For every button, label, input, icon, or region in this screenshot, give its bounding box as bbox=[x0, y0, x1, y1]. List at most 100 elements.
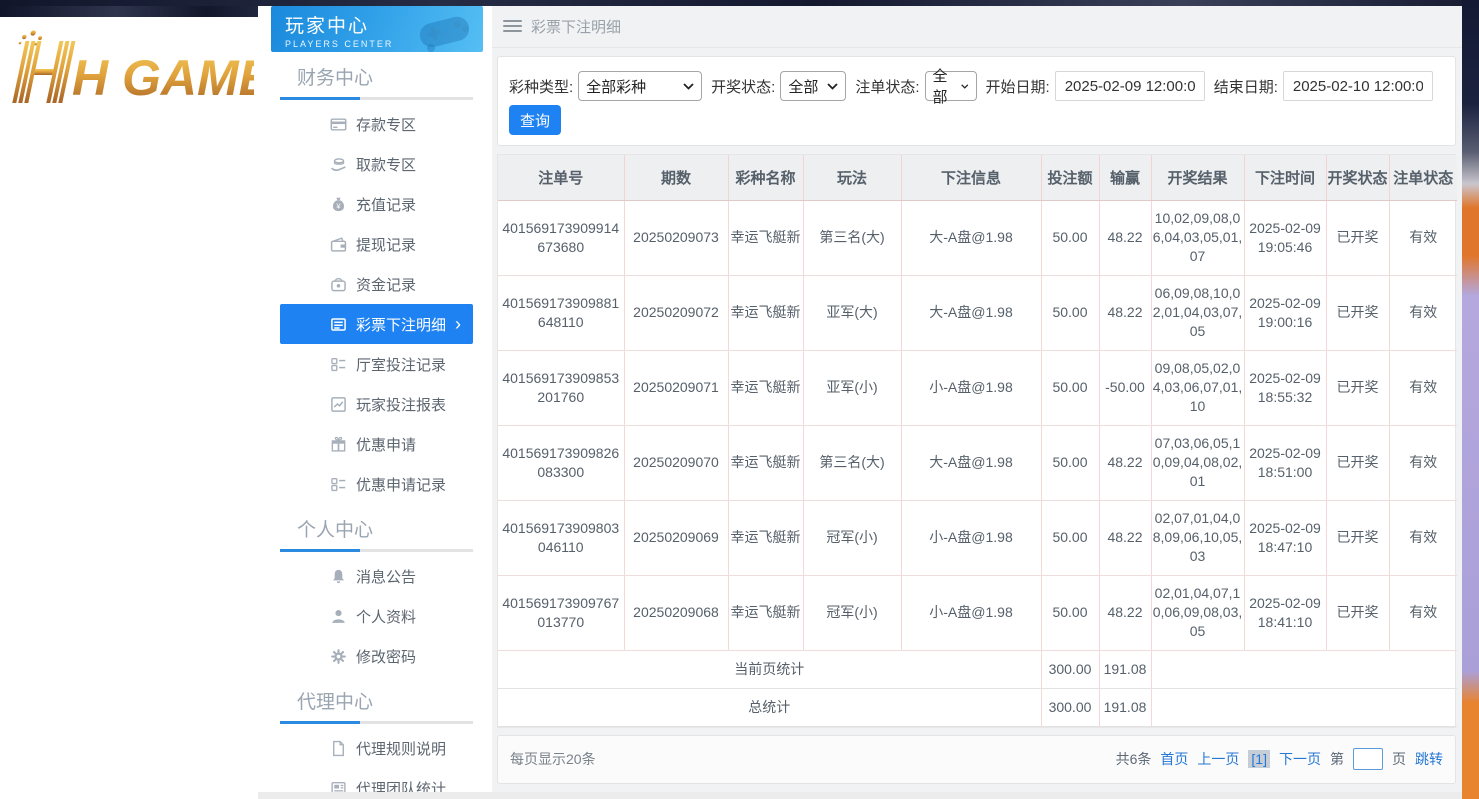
sidebar-item-promo-apply[interactable]: 优惠申请 bbox=[280, 424, 473, 464]
cell-order-no: 401569173909881648110 bbox=[498, 275, 624, 350]
sidebar-item-change-password[interactable]: 修改密码 bbox=[280, 636, 473, 676]
column-header-win-loss: 输赢 bbox=[1099, 155, 1151, 200]
lottery-type-label: 彩种类型: bbox=[509, 76, 573, 97]
cell-draw-status: 已开奖 bbox=[1326, 275, 1389, 350]
sidebar-item-profile[interactable]: 个人资料 bbox=[280, 596, 473, 636]
sidebar-item-label: 消息公告 bbox=[356, 566, 416, 587]
cell-win-loss: 48.22 bbox=[1099, 425, 1151, 500]
cell-order-no: 401569173909914673680 bbox=[498, 200, 624, 275]
chevron-right-icon: › bbox=[455, 315, 473, 333]
cell-bet-amount: 50.00 bbox=[1041, 575, 1099, 650]
cell-draw-status: 已开奖 bbox=[1326, 575, 1389, 650]
start-date-label: 开始日期: bbox=[986, 76, 1050, 97]
document-icon bbox=[330, 740, 347, 757]
pagination-bar: 每页显示20条 共6条 首页 上一页 [1] 下一页 第 页 跳转 bbox=[497, 735, 1456, 784]
topbar: 彩票下注明细 bbox=[492, 6, 1462, 48]
sidebar-item-label: 个人资料 bbox=[356, 606, 416, 627]
column-header-play: 玩法 bbox=[803, 155, 901, 200]
sidebar-item-agent-rules[interactable]: 代理规则说明 bbox=[280, 728, 473, 768]
sidebar-item-promo-apply-records[interactable]: 优惠申请记录 bbox=[280, 464, 473, 504]
sidebar-item-recharge-records[interactable]: ¥ 充值记录 bbox=[280, 184, 473, 224]
summary-label: 当前页统计 bbox=[498, 650, 1041, 688]
cell-order-no: 401569173909803046110 bbox=[498, 500, 624, 575]
cell-lottery-name: 幸运飞艇新 bbox=[728, 350, 803, 425]
sidebar-item-withdraw-records[interactable]: 提现记录 bbox=[280, 224, 473, 264]
next-page-link[interactable]: 下一页 bbox=[1279, 749, 1321, 769]
cell-draw-status: 已开奖 bbox=[1326, 350, 1389, 425]
lottery-type-value: 全部彩种 bbox=[586, 76, 646, 97]
column-header-draw-status: 开奖状态 bbox=[1326, 155, 1389, 200]
sidebar-item-label: 代理规则说明 bbox=[356, 738, 446, 759]
summary-empty bbox=[1151, 650, 1457, 688]
right-background-strip bbox=[1462, 0, 1479, 799]
page-jump-input[interactable] bbox=[1353, 748, 1383, 770]
summary-win-loss-total: 191.08 bbox=[1099, 688, 1151, 726]
draw-status-select[interactable]: 全部 bbox=[780, 71, 846, 101]
moneybag-icon: ¥ bbox=[330, 196, 347, 213]
menu-icon[interactable] bbox=[503, 20, 522, 34]
table-row: 40156917390980304611020250209069幸运飞艇新冠军(… bbox=[498, 500, 1457, 575]
sidebar-item-label: 修改密码 bbox=[356, 646, 416, 667]
summary-win-loss-total: 191.08 bbox=[1099, 650, 1151, 688]
cell-bet-info: 大-A盘@1.98 bbox=[901, 275, 1041, 350]
order-status-value: 全部 bbox=[933, 65, 953, 107]
hh-game-logo: H GAME bbox=[0, 17, 258, 114]
sidebar-item-announcements[interactable]: 消息公告 bbox=[280, 556, 473, 596]
cell-lottery-name: 幸运飞艇新 bbox=[728, 500, 803, 575]
bell-icon bbox=[330, 568, 347, 585]
order-status-select[interactable]: 全部 bbox=[925, 71, 977, 101]
cell-lottery-name: 幸运飞艇新 bbox=[728, 575, 803, 650]
lottery-type-select[interactable]: 全部彩种 bbox=[578, 71, 702, 101]
order-status-label: 注单状态: bbox=[855, 76, 919, 97]
sidebar-item-room-bet-records[interactable]: 厅室投注记录 bbox=[280, 344, 473, 384]
cell-draw-status: 已开奖 bbox=[1326, 200, 1389, 275]
cell-play: 第三名(大) bbox=[803, 200, 901, 275]
prev-page-link[interactable]: 上一页 bbox=[1197, 749, 1239, 769]
cell-play: 亚军(大) bbox=[803, 275, 901, 350]
cell-play: 第三名(大) bbox=[803, 425, 901, 500]
section-underline bbox=[280, 549, 473, 552]
current-page-badge: [1] bbox=[1248, 750, 1270, 768]
column-header-bet-amount: 投注额 bbox=[1041, 155, 1099, 200]
cell-lottery-name: 幸运飞艇新 bbox=[728, 425, 803, 500]
bet-table: 注单号期数彩种名称玩法下注信息投注额输赢开奖结果下注时间开奖状态注单状态 401… bbox=[497, 154, 1456, 728]
column-header-bet-time: 下注时间 bbox=[1244, 155, 1326, 200]
sidebar-item-withdraw-zone[interactable]: 取款专区 bbox=[280, 144, 473, 184]
cell-period: 20250209069 bbox=[624, 500, 728, 575]
cell-order-no: 401569173909767013770 bbox=[498, 575, 624, 650]
sidebar-item-deposit-zone[interactable]: 存款专区 bbox=[280, 104, 473, 144]
search-button[interactable]: 查询 bbox=[509, 105, 561, 135]
sidebar-item-label: 存款专区 bbox=[356, 114, 416, 135]
end-date-input[interactable] bbox=[1283, 71, 1433, 101]
jump-suffix-label: 页 bbox=[1392, 749, 1406, 769]
cell-order-status: 有效 bbox=[1389, 575, 1457, 650]
cell-draw-result: 07,03,06,05,10,09,04,08,02,01 bbox=[1151, 425, 1244, 500]
cell-draw-result: 10,02,09,08,06,04,03,05,01,07 bbox=[1151, 200, 1244, 275]
column-header-draw-result: 开奖结果 bbox=[1151, 155, 1244, 200]
sidebar-item-label: 优惠申请 bbox=[356, 434, 416, 455]
table-row: 40156917390988164811020250209072幸运飞艇新亚军(… bbox=[498, 275, 1457, 350]
table-row: 40156917390982608330020250209070幸运飞艇新第三名… bbox=[498, 425, 1457, 500]
cell-win-loss: 48.22 bbox=[1099, 575, 1151, 650]
cell-play: 冠军(小) bbox=[803, 575, 901, 650]
sidebar-item-funds-records[interactable]: 资金记录 bbox=[280, 264, 473, 304]
sidebar-item-player-bet-report[interactable]: 玩家投注报表 bbox=[280, 384, 473, 424]
summary-row: 总统计300.00191.08 bbox=[498, 688, 1457, 726]
section-title: 代理中心 bbox=[297, 690, 492, 716]
cell-draw-status: 已开奖 bbox=[1326, 500, 1389, 575]
total-count-text: 共6条 bbox=[1116, 749, 1152, 769]
cell-bet-amount: 50.00 bbox=[1041, 425, 1099, 500]
cell-win-loss: 48.22 bbox=[1099, 200, 1151, 275]
summary-label: 总统计 bbox=[498, 688, 1041, 726]
records-icon bbox=[330, 476, 347, 493]
sidebar-item-lottery-bet-detail[interactable]: 彩票下注明细› bbox=[280, 304, 473, 344]
jump-button[interactable]: 跳转 bbox=[1415, 749, 1443, 769]
first-page-link[interactable]: 首页 bbox=[1160, 749, 1188, 769]
cell-order-status: 有效 bbox=[1389, 500, 1457, 575]
start-date-input[interactable] bbox=[1055, 71, 1205, 101]
summary-bet-total: 300.00 bbox=[1041, 650, 1099, 688]
draw-status-label: 开奖状态: bbox=[711, 76, 775, 97]
column-header-period: 期数 bbox=[624, 155, 728, 200]
sidebar-item-label: 充值记录 bbox=[356, 194, 416, 215]
cell-play: 亚军(小) bbox=[803, 350, 901, 425]
